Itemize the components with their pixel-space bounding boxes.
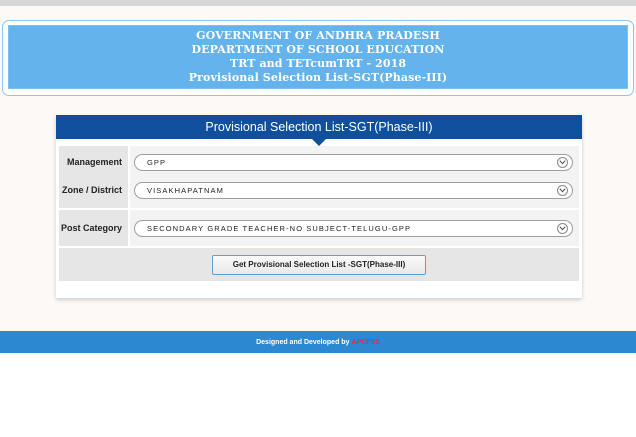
- footer-brand-link[interactable]: APCFSS: [351, 339, 379, 346]
- get-selection-list-button[interactable]: Get Provisional Selection List -SGT(Phas…: [212, 254, 426, 275]
- post-category-cell: SECONDARY GRADE TEACHER-NO SUBJECT-TELUG…: [130, 210, 579, 246]
- panel-title: Provisional Selection List-SGT(Phase-III…: [56, 115, 582, 146]
- selection-form-panel: Provisional Selection List-SGT(Phase-III…: [56, 115, 582, 298]
- header-line-list: Provisional Selection List-SGT(Phase-III…: [188, 71, 448, 84]
- chevron-down-icon: [557, 184, 568, 196]
- footer: Designed and Developed by APCFSS: [0, 331, 636, 353]
- management-value: GPP: [147, 157, 167, 167]
- post-category-label: Post Category: [59, 210, 128, 246]
- zone-district-row: Zone / District VISAKHAPATNAM: [59, 172, 579, 208]
- chevron-down-icon: [557, 222, 568, 234]
- header-line-department: DEPARTMENT OF SCHOOL EDUCATION: [191, 43, 445, 56]
- zone-district-select[interactable]: VISAKHAPATNAM: [134, 181, 573, 199]
- footer-credit: Designed and Developed by: [256, 338, 350, 346]
- post-category-select[interactable]: SECONDARY GRADE TEACHER-NO SUBJECT-TELUG…: [134, 219, 573, 237]
- action-row: Get Provisional Selection List -SGT(Phas…: [59, 248, 579, 281]
- header-inner: GOVERNMENT OF ANDHRA PRADESH DEPARTMENT …: [8, 25, 628, 89]
- chevron-down-icon: [557, 156, 568, 168]
- zone-district-label: Zone / District: [59, 172, 128, 208]
- management-select[interactable]: GPP: [134, 153, 573, 171]
- post-category-value: SECONDARY GRADE TEACHER-NO SUBJECT-TELUG…: [147, 223, 412, 233]
- zone-district-cell: VISAKHAPATNAM: [130, 172, 579, 208]
- header-line-exam: TRT and TETcumTRT - 2018: [229, 57, 407, 70]
- header-line-government: GOVERNMENT OF ANDHRA PRADESH: [196, 29, 440, 42]
- zone-district-value: VISAKHAPATNAM: [147, 185, 224, 195]
- header-banner: GOVERNMENT OF ANDHRA PRADESH DEPARTMENT …: [2, 20, 634, 96]
- post-category-row: Post Category SECONDARY GRADE TEACHER-NO…: [59, 210, 579, 246]
